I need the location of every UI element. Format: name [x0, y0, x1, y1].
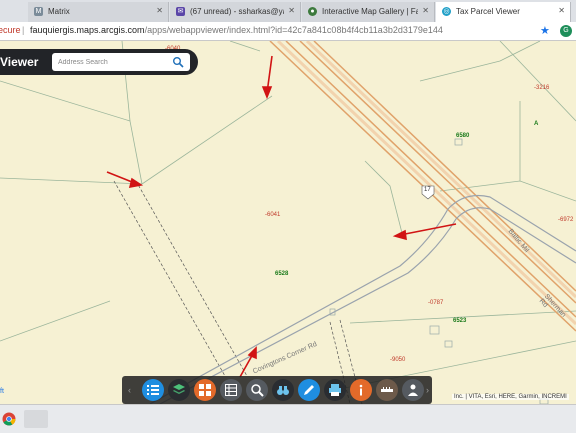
tab-mail[interactable]: ✉ (67 unread) - ssharkas@yahoo.co ✕ [170, 2, 301, 22]
globe-icon: ● [308, 7, 317, 16]
layers-button[interactable] [168, 379, 190, 401]
tab-matrix[interactable]: M Matrix ✕ [28, 2, 169, 22]
parcel-label[interactable]: -6972 [558, 217, 573, 223]
close-icon[interactable]: ✕ [288, 6, 295, 15]
chevron-left-icon[interactable]: ‹ [128, 385, 131, 395]
parcel-label[interactable]: 6523 [453, 318, 466, 324]
attribute-table-button[interactable] [220, 379, 242, 401]
close-icon[interactable]: ✕ [422, 6, 429, 15]
chrome-icon[interactable] [2, 412, 16, 426]
route-shield-label: 17 [424, 187, 431, 193]
measure-icon [381, 387, 393, 392]
parcel-label[interactable]: A [534, 121, 538, 127]
close-icon[interactable]: ✕ [558, 6, 565, 15]
layers-icon [173, 384, 185, 394]
person-icon [408, 384, 418, 396]
about-button[interactable] [350, 379, 372, 401]
matrix-icon: M [34, 7, 43, 16]
info-icon [359, 384, 363, 396]
security-indicator[interactable]: ecure [0, 25, 21, 35]
tab-label: Tax Parcel Viewer [456, 7, 520, 16]
chevron-right-icon[interactable]: › [426, 385, 429, 395]
parcel-label[interactable]: 6580 [456, 133, 469, 139]
map-canvas [0, 41, 576, 404]
extension-icon[interactable]: G [560, 25, 572, 37]
binoculars-icon [277, 386, 289, 395]
basemap-button[interactable] [194, 379, 216, 401]
print-button[interactable] [324, 379, 346, 401]
share-button[interactable] [402, 379, 424, 401]
close-icon[interactable]: ✕ [156, 6, 163, 15]
app-header: Viewer [0, 49, 198, 75]
tab-label: (67 unread) - ssharkas@yahoo.co [190, 7, 284, 16]
parcel-label[interactable]: -3216 [534, 85, 549, 91]
url-text[interactable]: fauquiergis.maps.arcgis.com/apps/webappv… [30, 25, 443, 35]
tab-tax-parcel-viewer[interactable]: ◎ Tax Parcel Viewer ✕ [436, 2, 571, 22]
tab-label: Matrix [48, 7, 70, 16]
separator: | [22, 25, 25, 35]
search-icon[interactable] [172, 56, 184, 68]
map-view[interactable]: -6041 6528 -6040 6580 -3216 -6972 -0787 … [0, 41, 576, 404]
address-search-box[interactable] [52, 53, 190, 71]
address-bar[interactable]: ecure | fauquiergis.maps.arcgis.com/apps… [0, 22, 576, 41]
mail-icon: ✉ [176, 7, 185, 16]
address-search-input[interactable] [52, 53, 164, 71]
url-path: /apps/webappviewer/index.html?id=42c7a84… [144, 25, 443, 35]
tab-label: Interactive Map Gallery | Fauquier [322, 7, 418, 16]
parcel-label[interactable]: 6528 [275, 271, 288, 277]
tab-map-gallery[interactable]: ● Interactive Map Gallery | Fauquier ✕ [302, 2, 435, 22]
printer-icon [329, 384, 341, 396]
os-taskbar [0, 404, 576, 433]
url-host: fauquiergis.maps.arcgis.com [30, 25, 145, 35]
grid-icon [199, 384, 211, 396]
map-attribution: Inc. | VITA, Esri, HERE, Garmin, INCREMI [452, 394, 569, 400]
analysis-button[interactable] [272, 379, 294, 401]
parcel-label[interactable]: -0787 [428, 300, 443, 306]
magnifier-icon [251, 384, 264, 397]
list-icon [147, 385, 159, 395]
widget-toolbar: ‹ › [122, 376, 432, 404]
parcel-label[interactable]: -9050 [390, 357, 405, 363]
browser-tab-strip: M Matrix ✕ ✉ (67 unread) - ssharkas@yaho… [0, 0, 576, 23]
table-icon [225, 384, 237, 396]
parcel-label[interactable]: -6041 [265, 212, 280, 218]
legend-button[interactable] [142, 379, 164, 401]
pencil-icon [304, 385, 314, 395]
measure-button[interactable] [376, 379, 398, 401]
draw-button[interactable] [298, 379, 320, 401]
scale-text: ft [0, 388, 4, 395]
taskbar-item[interactable] [24, 410, 48, 428]
arcgis-icon: ◎ [442, 7, 451, 16]
app-title: Viewer [0, 55, 39, 69]
query-button[interactable] [246, 379, 268, 401]
bookmark-star-icon[interactable]: ★ [540, 24, 550, 37]
